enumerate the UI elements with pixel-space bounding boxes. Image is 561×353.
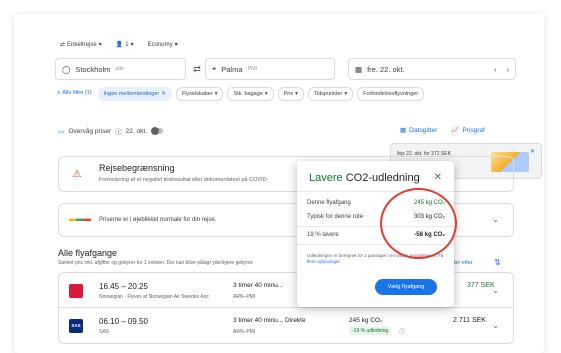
grid-icon: ▦ [400, 127, 407, 134]
date-options: ▦ Datogitter 📈 Prisgraf [400, 126, 485, 135]
date-value: fre. 22. okt. [367, 64, 405, 74]
close-icon[interactable]: ✕ [530, 148, 535, 155]
sort-button[interactable]: rter efter [452, 260, 473, 266]
date-grid-button[interactable]: ▦ Datogitter [400, 126, 437, 135]
origin-circle-icon: ◯ [62, 64, 71, 74]
date-nav: ‹ › [494, 65, 509, 74]
price-insight-text: Priserne er i øjeblikket normale for din… [99, 217, 217, 223]
sas-logo: SAS [69, 319, 83, 333]
passengers-select[interactable]: 👤 1 ▾ [115, 41, 134, 49]
price-level-icon: ▬▬▬ [69, 214, 91, 223]
chevron-left-icon[interactable]: ‹ [494, 65, 497, 74]
times-chip[interactable]: Tidspunkter ▾ [307, 87, 354, 101]
flights-title: Alle flyafgange [58, 248, 118, 258]
warning-icon: ⚠ [72, 169, 82, 180]
location-pin-icon: ⌖ [212, 64, 217, 73]
flight-time: 16.45 – 20.25 [99, 282, 148, 291]
chevron-down-icon[interactable]: ⌄ [492, 215, 499, 224]
popup-title: Lavere CO2-udledning [309, 172, 420, 184]
connections-chip[interactable]: Forbindelsesflyvninger [357, 87, 425, 101]
flight-time: 06.10 – 09.50 [99, 317, 148, 326]
from-code: alle [115, 66, 124, 72]
info-icon[interactable]: ⓘ [399, 327, 405, 336]
price-tracking: 〰 Overvåg priser ⓘ 22. okt. [58, 126, 163, 136]
filter-chips: ≡ Alle filtre (1) Ingen mellemlandinger ✕ … [55, 87, 425, 101]
sort-icon[interactable]: ⇅ [494, 258, 501, 267]
highlight-circle [380, 188, 457, 259]
select-flight-button[interactable]: Vælg flyafgang [375, 279, 437, 295]
flights-subtitle: Samlet pris inkl. afgifter og gebyrer fo… [58, 260, 254, 266]
flight-duration: 3 timer 40 minu... [233, 282, 284, 289]
chevron-down-icon[interactable]: ⌄ [492, 286, 499, 295]
price-graph-button[interactable]: 📈 Prisgraf [451, 126, 485, 135]
person-icon: 👤 [115, 42, 124, 48]
chevron-right-icon[interactable]: › [507, 65, 510, 74]
to-field[interactable]: ⌖ Palma PMI [205, 58, 335, 80]
track-prices-toggle[interactable] [150, 127, 163, 135]
close-icon[interactable]: ✕ [161, 91, 166, 97]
info-icon[interactable]: ⓘ [115, 126, 122, 136]
norwegian-logo [69, 284, 83, 298]
flight-route: ARN–PMI [233, 329, 256, 335]
from-city: Stockholm [75, 64, 111, 74]
graph-icon: 📈 [451, 127, 460, 134]
bags-chip[interactable]: Stk. bagage ▾ [227, 87, 274, 101]
trend-icon: 〰 [58, 129, 65, 136]
flight-row[interactable]: SAS 06.10 – 09.50 SAS 3 timer 40 minu...… [58, 308, 514, 344]
swap-icon[interactable]: ⇄ [191, 63, 203, 75]
flight-airline: Norwegian · Flyves af Norwegian Air Swed… [99, 294, 210, 300]
flight-price: 377 SEK [467, 282, 495, 289]
restriction-desc: Fremvisning af et negativt testresultat … [99, 177, 269, 183]
date-field[interactable]: ▦ fre. 22. okt. ‹ › [348, 58, 516, 80]
from-field[interactable]: ◯ Stockholm alle [55, 58, 186, 80]
trip-options-row: ⇄ Enkeltrejse ▾ 👤 1 ▾ Economy ▾ [60, 41, 178, 49]
flight-airline: SAS [99, 329, 110, 335]
all-filters-chip[interactable]: ≡ Alle filtre (1) [55, 87, 94, 99]
price-chip[interactable]: Pris ▾ [277, 87, 304, 101]
airlines-chip[interactable]: Flyselskaber ▾ [175, 87, 224, 101]
flight-price: 2.711 SEK [453, 317, 486, 324]
filter-icon: ≡ [57, 90, 61, 96]
chevron-down-icon[interactable]: ⌄ [492, 321, 499, 330]
date-group: ▦ fre. 22. okt. [355, 65, 405, 74]
to-city: Palma [221, 64, 243, 74]
emission-badge: -19 % udledning [349, 327, 392, 335]
cabin-select[interactable]: Economy ▾ [148, 41, 178, 49]
to-code: PMI [247, 66, 258, 72]
trip-type-select[interactable]: ⇄ Enkeltrejse ▾ [60, 41, 102, 49]
calendar-icon: ▦ [355, 64, 363, 74]
flight-co2: 245 kg CO₂ [349, 317, 383, 324]
flight-route: ARN–PMI [233, 294, 256, 300]
restriction-title: Rejsebegrænsning [99, 163, 175, 173]
page: ⇄ Enkeltrejse ▾ 👤 1 ▾ Economy ▾ ◯ Stockh… [0, 0, 561, 353]
nonstop-chip[interactable]: Ingen mellemlandinger ✕ [97, 87, 172, 101]
flight-duration: 3 timer 40 minu... Direkte [233, 317, 306, 324]
close-icon[interactable]: ✕ [434, 172, 442, 183]
